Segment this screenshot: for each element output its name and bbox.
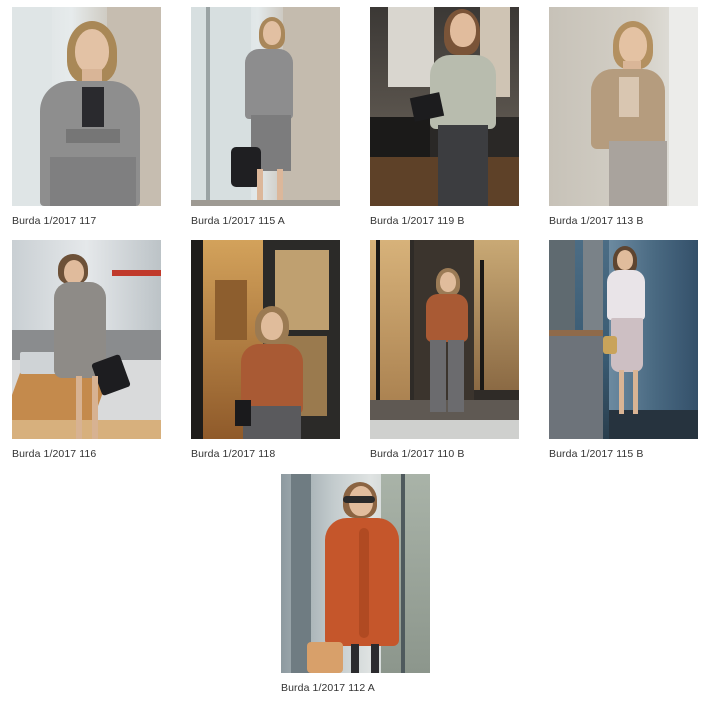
- product-photo[interactable]: [12, 7, 161, 206]
- gallery-item[interactable]: Burda 1/2017 116: [12, 240, 161, 461]
- product-photo[interactable]: [281, 474, 430, 673]
- item-caption[interactable]: Burda 1/2017 115 A: [191, 215, 340, 228]
- pattern-gallery: Burda 1/2017 117 Burda 1/2017 115 A Burd…: [0, 0, 707, 701]
- product-photo[interactable]: [549, 7, 698, 206]
- gallery-item[interactable]: Burda 1/2017 112 A: [281, 474, 430, 695]
- gallery-item[interactable]: Burda 1/2017 113 B: [549, 7, 698, 228]
- product-photo[interactable]: [370, 7, 519, 206]
- item-caption[interactable]: Burda 1/2017 110 B: [370, 448, 519, 461]
- product-photo[interactable]: [549, 240, 698, 439]
- gallery-item[interactable]: Burda 1/2017 115 A: [191, 7, 340, 228]
- item-caption[interactable]: Burda 1/2017 116: [12, 448, 161, 461]
- item-caption[interactable]: Burda 1/2017 119 B: [370, 215, 519, 228]
- item-caption[interactable]: Burda 1/2017 117: [12, 215, 161, 228]
- product-photo[interactable]: [12, 240, 161, 439]
- item-caption[interactable]: Burda 1/2017 118: [191, 448, 340, 461]
- item-caption[interactable]: Burda 1/2017 112 A: [281, 682, 430, 695]
- item-caption[interactable]: Burda 1/2017 113 B: [549, 215, 698, 228]
- product-photo[interactable]: [370, 240, 519, 439]
- item-caption[interactable]: Burda 1/2017 115 B: [549, 448, 698, 461]
- product-photo[interactable]: [191, 240, 340, 439]
- product-photo[interactable]: [191, 7, 340, 206]
- gallery-item[interactable]: Burda 1/2017 119 B: [370, 7, 519, 228]
- gallery-item[interactable]: Burda 1/2017 110 B: [370, 240, 519, 461]
- gallery-item[interactable]: Burda 1/2017 117: [12, 7, 161, 228]
- gallery-item[interactable]: Burda 1/2017 118: [191, 240, 340, 461]
- gallery-item[interactable]: Burda 1/2017 115 B: [549, 240, 698, 461]
